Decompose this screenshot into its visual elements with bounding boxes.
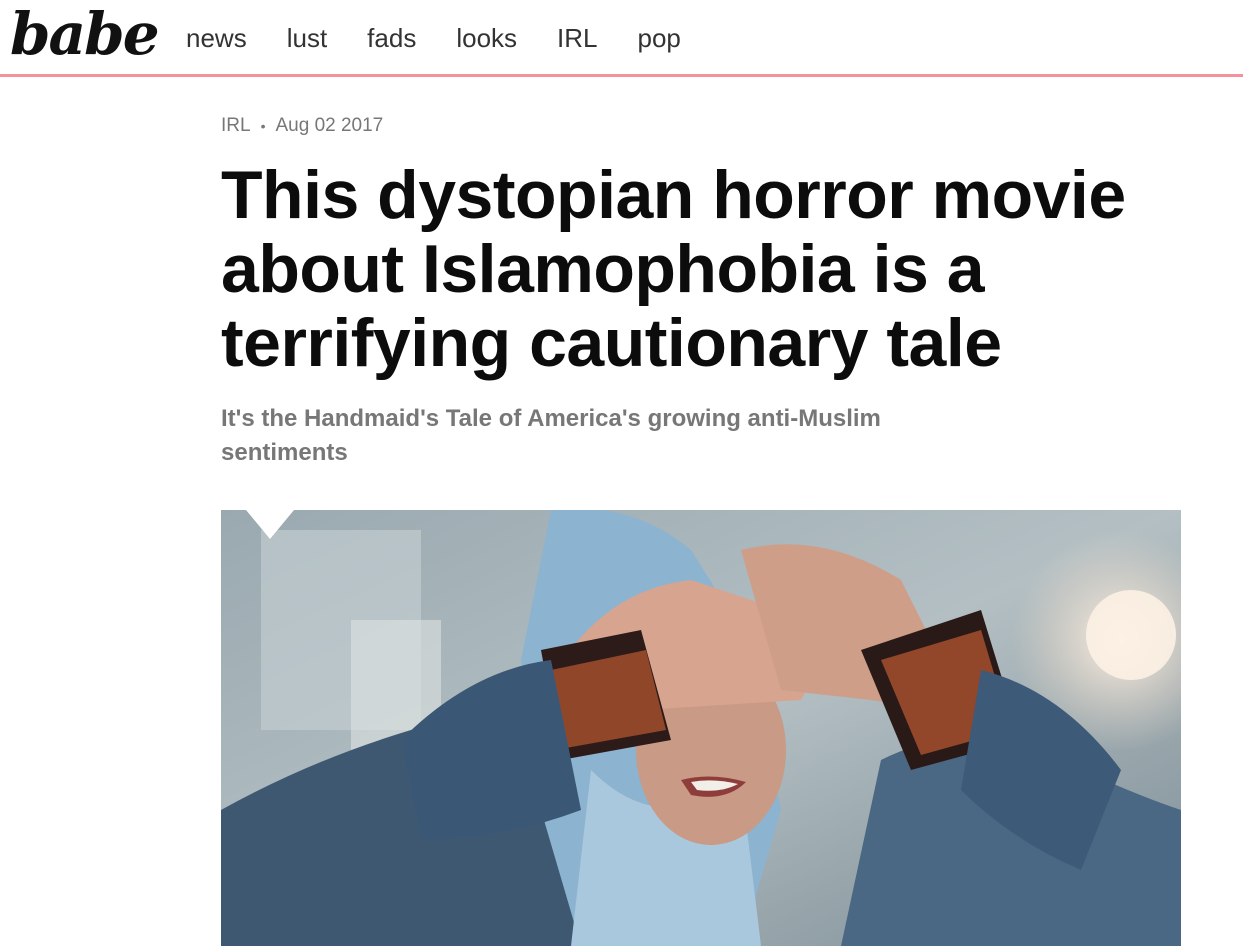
- article-category[interactable]: IRL: [221, 115, 251, 136]
- nav-item-news[interactable]: news: [186, 20, 247, 56]
- nav-item-pop[interactable]: pop: [638, 20, 681, 56]
- nav-item-fads[interactable]: fads: [367, 20, 416, 56]
- article-date: Aug 02 2017: [275, 115, 384, 137]
- article: IRL • Aug 02 2017 This dystopian horror mo…: [221, 110, 1181, 470]
- article-meta: IRL • Aug 02 2017: [221, 110, 1181, 142]
- nav-item-looks[interactable]: looks: [456, 20, 517, 56]
- meta-separator: •: [260, 118, 266, 134]
- nav-item-irl[interactable]: IRL: [557, 20, 597, 56]
- main-nav: news lust fads looks IRL pop: [186, 20, 721, 56]
- site-logo[interactable]: babe: [10, 0, 160, 74]
- article-subheadline: It's the Handmaid's Tale of America's gr…: [221, 405, 881, 466]
- hero-image: [221, 510, 1181, 946]
- nav-item-lust[interactable]: lust: [287, 20, 327, 56]
- article-headline: This dystopian horror movie about Islamo…: [221, 157, 1126, 381]
- site-header: babe news lust fads looks IRL pop: [0, 0, 1243, 77]
- hero-illustration: [221, 510, 1181, 946]
- hero-notch: [246, 510, 294, 539]
